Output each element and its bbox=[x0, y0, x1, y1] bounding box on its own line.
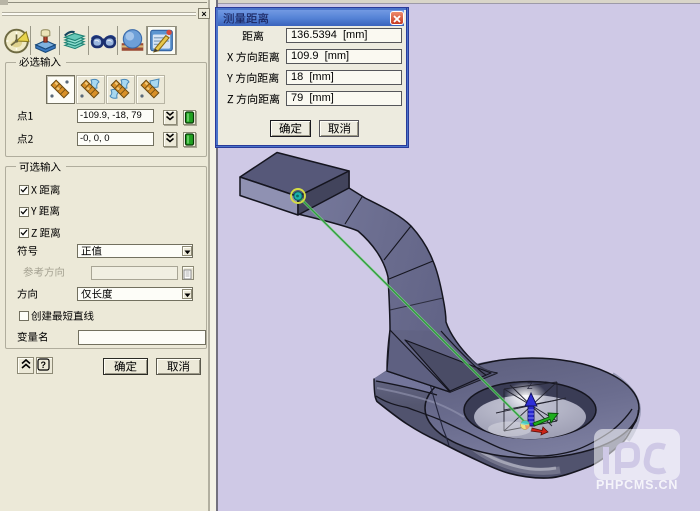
svg-text:?: ? bbox=[41, 360, 47, 370]
svg-text:Z: Z bbox=[527, 381, 533, 391]
svg-text:PHPCMS.CN: PHPCMS.CN bbox=[596, 478, 678, 492]
